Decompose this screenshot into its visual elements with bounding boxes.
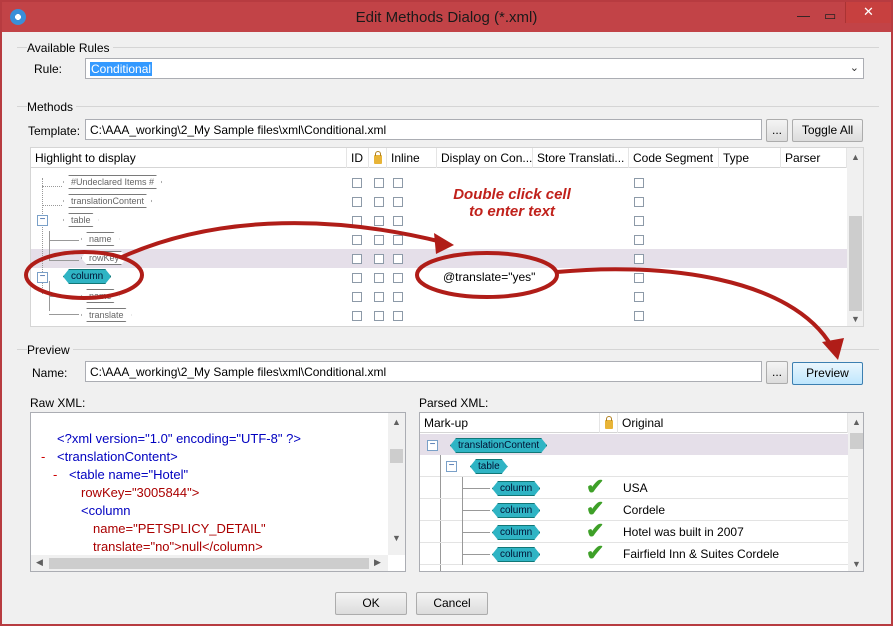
- annotation-arrow: [121, 221, 443, 259]
- annotation-arrowhead: [434, 233, 454, 254]
- annotation-arrow: [556, 267, 834, 348]
- annotation-text: Double click cell to enter text: [453, 186, 571, 220]
- annotation-circle-cell: [415, 251, 559, 299]
- annotation-circle-column: [24, 250, 144, 300]
- annotation-overlay: [24, 221, 844, 360]
- annotation-arrowhead: [822, 338, 844, 360]
- edit-methods-dialog: Edit Methods Dialog (*.xml) — ▭ ✕ Availa…: [1, 1, 892, 625]
